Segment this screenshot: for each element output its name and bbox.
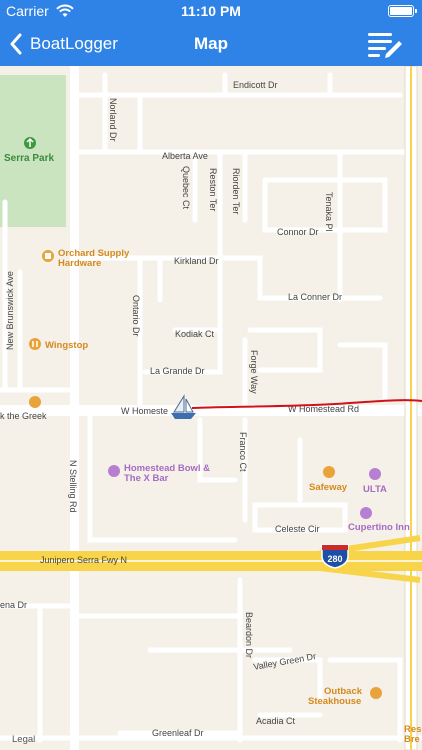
svg-text:Wingstop: Wingstop bbox=[45, 340, 88, 351]
street-label: Tenaka Pl bbox=[324, 192, 334, 232]
street-label: Ontario Dr bbox=[131, 295, 141, 337]
compose-log-icon[interactable] bbox=[366, 28, 404, 60]
serra-park-area bbox=[0, 75, 66, 227]
street-label: Connor Dr bbox=[277, 227, 319, 237]
svg-text:Safeway: Safeway bbox=[309, 482, 348, 493]
poi-label-partial: k the Greek bbox=[0, 411, 47, 421]
street-label: Junipero Serra Fwy N bbox=[40, 555, 127, 565]
street-label: Beardon Dr bbox=[244, 612, 254, 658]
svg-text:The X Bar: The X Bar bbox=[124, 473, 169, 484]
street-label: N Stelling Rd bbox=[68, 460, 78, 513]
street-label: Franco Ct bbox=[238, 432, 248, 472]
svg-text:Cupertino Inn: Cupertino Inn bbox=[348, 522, 410, 533]
street-label: Riorden Ter bbox=[231, 168, 241, 214]
legal-link[interactable]: Legal bbox=[12, 734, 35, 745]
wingstop-pin[interactable]: Wingstop bbox=[29, 338, 88, 351]
navigation-bar: BoatLogger Map bbox=[0, 22, 422, 66]
svg-text:280: 280 bbox=[327, 554, 342, 564]
street-label: New Brunswick Ave bbox=[5, 271, 15, 350]
svg-text:Steakhouse: Steakhouse bbox=[308, 696, 361, 707]
street-label: Quebec Ct bbox=[181, 166, 191, 210]
street-label: Acadia Ct bbox=[256, 716, 296, 726]
restaurant-icon[interactable] bbox=[29, 396, 41, 408]
stelling-road bbox=[70, 66, 79, 750]
street-label: Greenleaf Dr bbox=[152, 728, 204, 738]
street-label: ena Dr bbox=[0, 600, 27, 610]
street-label: W Homeste bbox=[121, 406, 168, 416]
street-label: Forge Way bbox=[249, 350, 259, 394]
svg-text:Hardware: Hardware bbox=[58, 258, 101, 269]
street-label: Kirkland Dr bbox=[174, 256, 219, 266]
svg-text:Serra Park: Serra Park bbox=[4, 153, 54, 164]
back-button[interactable]: BoatLogger bbox=[8, 30, 118, 58]
street-label: Reston Ter bbox=[208, 168, 218, 211]
street-label: Celeste Cir bbox=[275, 524, 320, 534]
chevron-left-icon bbox=[10, 33, 22, 55]
map-canvas[interactable]: 280 Endicott Dr Norland Dr Alberta Ave Q… bbox=[0, 66, 422, 750]
street-label: La Conner Dr bbox=[288, 292, 342, 302]
map-view[interactable]: 280 Endicott Dr Norland Dr Alberta Ave Q… bbox=[0, 66, 422, 750]
street-label: Alberta Ave bbox=[162, 151, 208, 161]
street-label: Endicott Dr bbox=[233, 80, 278, 90]
street-label: Norland Dr bbox=[108, 98, 118, 142]
svg-text:Bre: Bre bbox=[404, 734, 420, 745]
battery-icon bbox=[388, 5, 417, 17]
status-bar: Carrier 11:10 PM bbox=[0, 0, 422, 22]
restaurant-partial-label: Res Bre bbox=[404, 724, 421, 745]
back-button-label: BoatLogger bbox=[30, 34, 118, 53]
street-label: Kodiak Ct bbox=[175, 329, 215, 339]
street-label: La Grande Dr bbox=[150, 366, 205, 376]
svg-text:ULTA: ULTA bbox=[363, 484, 387, 495]
interstate-280-shield: 280 bbox=[321, 544, 349, 569]
clock: 11:10 PM bbox=[181, 3, 241, 19]
